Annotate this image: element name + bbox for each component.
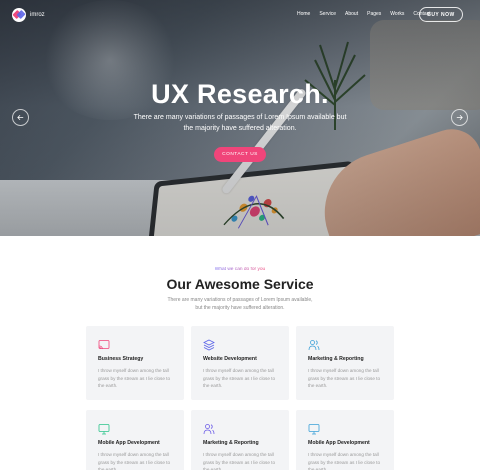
service-card-description: I throw myself down among the tall grass… bbox=[98, 452, 170, 470]
menu-item-about[interactable]: About bbox=[345, 11, 358, 17]
service-card-title: Mobile App Development bbox=[308, 440, 370, 446]
main-menu: Home Service About Pages Works Contact bbox=[297, 11, 431, 17]
contact-us-button[interactable]: CONTACT US bbox=[214, 147, 266, 162]
services-subtitle: There are many variations of passages of… bbox=[167, 297, 313, 311]
hero-title: UX Research. bbox=[151, 79, 329, 109]
service-card-title: Marketing & Reporting bbox=[203, 440, 259, 446]
brand-name: imroz bbox=[30, 12, 45, 18]
service-card-website-development[interactable]: Website Development I throw myself down … bbox=[191, 326, 289, 400]
monitor-icon bbox=[308, 424, 320, 435]
services-title: Our Awesome Service bbox=[166, 276, 314, 292]
service-card-title: Marketing & Reporting bbox=[308, 356, 364, 362]
arrow-right-icon bbox=[456, 114, 463, 121]
slider-prev-button[interactable] bbox=[12, 109, 29, 126]
service-card-mobile-app-development-2[interactable]: Mobile App Development I throw myself do… bbox=[296, 410, 394, 470]
monitor-icon bbox=[98, 424, 110, 435]
service-card-description: I throw myself down among the tall grass… bbox=[203, 368, 275, 388]
slider-next-button[interactable] bbox=[451, 109, 468, 126]
service-card-business-strategy[interactable]: Business Strategy I throw myself down am… bbox=[86, 326, 184, 400]
service-card-description: I throw myself down among the tall grass… bbox=[98, 368, 170, 388]
hero-subtitle: There are many variations of passages of… bbox=[133, 114, 347, 132]
top-navigation: imroz Home Service About Pages Works Con… bbox=[0, 0, 480, 30]
service-card-title: Business Strategy bbox=[98, 356, 144, 362]
menu-item-pages[interactable]: Pages bbox=[367, 11, 381, 17]
brand-logo[interactable]: imroz bbox=[12, 8, 45, 22]
services-eyebrow: What we can do for you bbox=[214, 267, 266, 272]
service-card-title: Website Development bbox=[203, 356, 257, 362]
users-icon bbox=[308, 340, 320, 351]
menu-item-works[interactable]: Works bbox=[390, 11, 404, 17]
service-card-description: I throw myself down among the tall grass… bbox=[203, 452, 275, 470]
service-card-description: I throw myself down among the tall grass… bbox=[308, 368, 380, 388]
service-card-title: Mobile App Development bbox=[98, 440, 160, 446]
buy-now-button[interactable]: BUY NOW bbox=[419, 7, 463, 22]
menu-item-service[interactable]: Service bbox=[319, 11, 336, 17]
cast-icon bbox=[98, 340, 110, 350]
service-card-description: I throw myself down among the tall grass… bbox=[308, 452, 380, 470]
logo-icon bbox=[12, 8, 26, 22]
service-card-marketing-reporting[interactable]: Marketing & Reporting I throw myself dow… bbox=[296, 326, 394, 400]
users-icon bbox=[203, 424, 215, 435]
arrow-left-icon bbox=[17, 114, 24, 121]
layers-icon bbox=[203, 339, 215, 351]
service-card-marketing-reporting-2[interactable]: Marketing & Reporting I throw myself dow… bbox=[191, 410, 289, 470]
service-card-mobile-app-development[interactable]: Mobile App Development I throw myself do… bbox=[86, 410, 184, 470]
menu-item-home[interactable]: Home bbox=[297, 11, 310, 17]
page: imroz Home Service About Pages Works Con… bbox=[0, 0, 480, 470]
